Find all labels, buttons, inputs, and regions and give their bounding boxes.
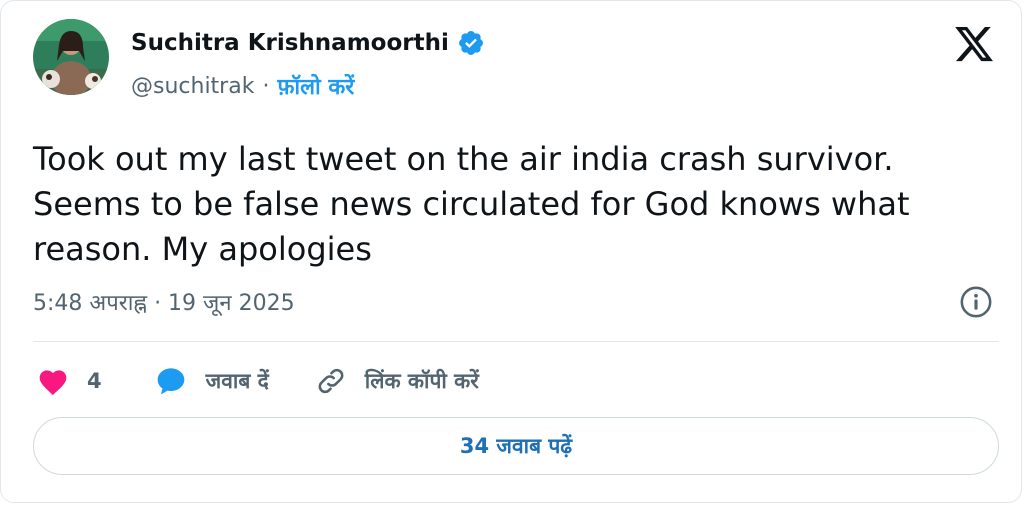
copy-link-button[interactable]: लिंक कॉपी करें xyxy=(315,365,479,397)
verified-badge-icon xyxy=(457,29,485,57)
x-logo-icon[interactable] xyxy=(953,23,995,65)
info-icon[interactable] xyxy=(959,285,993,319)
author-handle-row: @suchitrak · फ़ॉलो करें xyxy=(131,71,354,101)
read-replies-label: 34 जवाब पढ़ें xyxy=(459,434,573,458)
link-icon xyxy=(315,365,347,397)
separator-dot: · xyxy=(262,73,270,99)
heart-icon xyxy=(37,366,69,396)
like-count: 4 xyxy=(87,369,102,393)
tweet-text: Took out my last tweet on the air india … xyxy=(33,140,910,268)
divider xyxy=(33,341,999,342)
reply-button[interactable]: जवाब दें xyxy=(154,365,269,397)
author-handle[interactable]: @suchitrak xyxy=(131,74,254,99)
tweet-timestamp[interactable]: 5:48 अपराह्न · 19 जून 2025 xyxy=(33,287,295,317)
like-button[interactable]: 4 xyxy=(37,366,102,396)
action-bar: 4 जवाब दें लिंक कॉपी करें xyxy=(37,363,479,399)
copy-link-label: लिंक कॉपी करें xyxy=(364,369,479,393)
read-replies-button[interactable]: 34 जवाब पढ़ें xyxy=(33,417,999,475)
author-name-row: Suchitra Krishnamoorthi xyxy=(131,29,485,57)
avatar-image xyxy=(33,19,109,95)
tweet-card: Suchitra Krishnamoorthi @suchitrak · फ़ॉ… xyxy=(0,0,1022,503)
avatar[interactable] xyxy=(33,19,109,95)
speech-bubble-icon xyxy=(154,365,188,397)
follow-button[interactable]: फ़ॉलो करें xyxy=(277,71,354,101)
reply-label: जवाब दें xyxy=(205,369,269,393)
author-display-name[interactable]: Suchitra Krishnamoorthi xyxy=(131,30,449,56)
